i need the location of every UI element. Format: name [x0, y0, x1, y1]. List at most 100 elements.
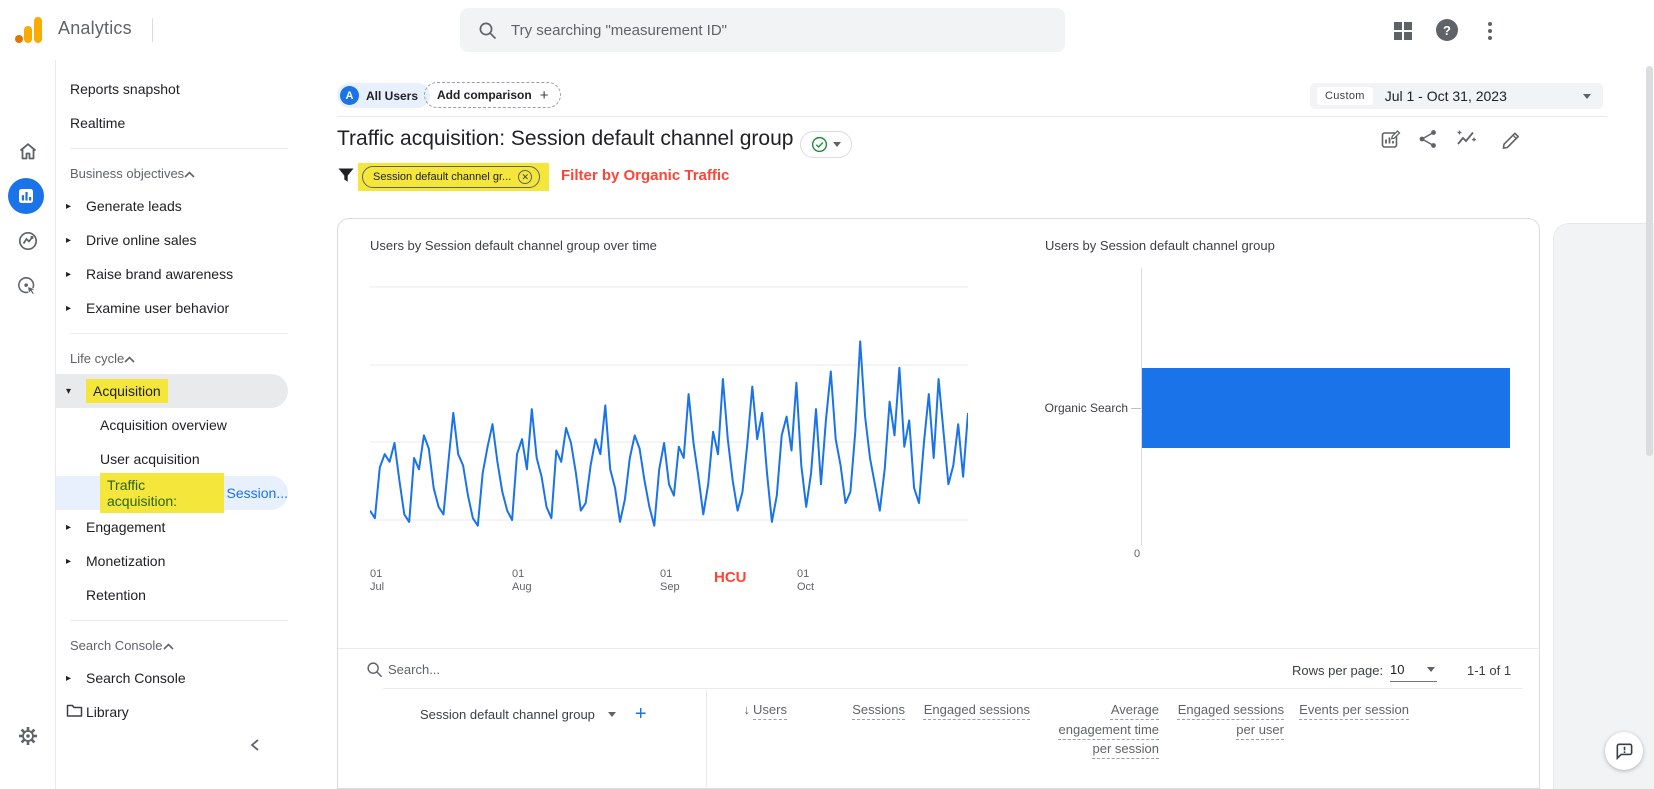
filter-chip-highlight: Session default channel gr... ✕ — [358, 163, 549, 191]
filter-chip-label: Session default channel gr... — [373, 171, 512, 183]
bar-organic-search — [1142, 368, 1510, 448]
x-tick-label: 01 Jul — [370, 568, 385, 593]
chevron-down-icon — [1583, 93, 1591, 99]
column-header-label: Users — [753, 702, 787, 717]
folder-icon — [66, 703, 86, 721]
column-header-users[interactable]: ↓ Users — [675, 700, 787, 720]
pagination-status: 1-1 of 1 — [1467, 663, 1512, 678]
sidebar-section-search-console[interactable]: Search Console — [56, 629, 288, 661]
sidebar-item-examine-user-behavior[interactable]: ▸ Examine user behavior — [56, 291, 288, 325]
page-title: Traffic acquisition: Session default cha… — [337, 127, 794, 150]
date-custom-label: Custom — [1317, 87, 1373, 105]
chevron-right-icon: ▸ — [66, 672, 72, 684]
close-icon[interactable]: ✕ — [518, 170, 533, 184]
all-users-chip[interactable]: A All Users — [337, 83, 431, 108]
sidebar-item-label: Engagement — [86, 519, 166, 535]
feedback-button[interactable] — [1605, 732, 1643, 770]
reports-icon[interactable] — [8, 178, 44, 214]
chevron-down-icon: ▾ — [66, 385, 72, 397]
sidebar-item-label: Drive online sales — [86, 232, 197, 248]
sidebar-section-life-cycle[interactable]: Life cycle — [56, 342, 288, 374]
explore-icon[interactable] — [17, 230, 39, 252]
sidebar-item-traffic-acquisition[interactable]: Traffic acquisition: Session... — [56, 473, 288, 513]
sidebar-item-user-acquisition[interactable]: User acquisition — [56, 442, 288, 476]
rows-per-page-label: Rows per page: — [1292, 663, 1384, 678]
sidebar-item-label: Monetization — [86, 553, 166, 569]
sidebar-item-reports-snapshot[interactable]: Reports snapshot — [56, 72, 288, 106]
column-header-label: Sessions — [852, 702, 905, 717]
settings-gear-icon[interactable] — [17, 725, 39, 747]
add-dimension-icon[interactable]: + — [635, 703, 647, 726]
divider — [337, 116, 1607, 117]
collapse-drawer-icon[interactable] — [248, 737, 264, 753]
chevron-right-icon: ▸ — [66, 200, 72, 212]
kebab-menu-icon[interactable] — [1483, 20, 1497, 42]
sidebar-item-label: Raise brand awareness — [86, 266, 234, 282]
sidebar-item-search-console[interactable]: ▸ Search Console — [56, 661, 288, 695]
dimension-header-label: Session default channel group — [420, 706, 595, 722]
add-comparison-button[interactable]: Add comparison + — [424, 82, 562, 108]
chevron-right-icon: ▸ — [66, 268, 72, 280]
sidebar-item-label: Retention — [86, 587, 146, 603]
bar-chart-title: Users by Session default channel group — [1045, 238, 1275, 253]
sidebar-item-suffix: Session... — [226, 485, 288, 501]
dimension-header[interactable]: Session default channel group + — [420, 702, 647, 726]
sidebar-section-title: Business objectives — [70, 165, 185, 181]
sidebar-item-generate-leads[interactable]: ▸ Generate leads — [56, 189, 288, 223]
app-title: Analytics — [58, 18, 132, 38]
column-header-events-per-session[interactable]: Events per session — [1297, 700, 1409, 720]
sidebar-item-retention[interactable]: Retention — [56, 578, 288, 612]
grid-icon[interactable] — [1392, 20, 1414, 42]
sidebar-item-library[interactable]: Library — [56, 695, 288, 729]
divider — [70, 620, 288, 621]
bar-axis-zero-label: 0 — [1134, 548, 1141, 560]
insights-icon[interactable] — [1455, 128, 1477, 150]
rows-per-page-value: 10 — [1390, 662, 1405, 677]
chevron-right-icon: ▸ — [66, 234, 72, 246]
date-range-picker[interactable]: Custom Jul 1 - Oct 31, 2023 — [1310, 83, 1603, 109]
sidebar-item-engagement[interactable]: ▸ Engagement — [56, 510, 288, 544]
customize-report-icon[interactable] — [1380, 128, 1402, 150]
bar-category-label: Organic Search — [1044, 401, 1128, 415]
global-search[interactable] — [460, 8, 1065, 52]
home-icon[interactable] — [17, 140, 39, 162]
share-icon[interactable] — [1417, 128, 1439, 150]
sidebar-item-monetization[interactable]: ▸ Monetization — [56, 544, 288, 578]
divider — [152, 18, 153, 42]
filter-funnel-icon[interactable] — [337, 167, 355, 184]
sidebar-item-raise-brand-awareness[interactable]: ▸ Raise brand awareness — [56, 257, 288, 291]
sidebar-item-label: Library — [86, 704, 129, 720]
page: Analytics ? — [0, 0, 1654, 789]
x-tick-label: 01 Aug — [512, 568, 532, 593]
vertical-scrollbar[interactable] — [1646, 66, 1653, 456]
column-header-sessions[interactable]: Sessions — [793, 700, 905, 720]
edit-pencil-icon[interactable] — [1500, 128, 1522, 150]
column-header-engaged-sessions-per-user[interactable]: Engaged sessions per user — [1172, 700, 1284, 739]
sidebar-item-label: User acquisition — [100, 451, 200, 467]
filter-chip[interactable]: Session default channel gr... ✕ — [362, 166, 541, 188]
column-header-label: Engaged sessions — [923, 702, 1030, 717]
rows-per-page-select[interactable]: 10 — [1390, 658, 1437, 682]
column-header-label: Events per session — [1299, 702, 1409, 717]
sidebar-item-acquisition-overview[interactable]: Acquisition overview — [56, 408, 288, 442]
top-app-bar: Analytics ? — [0, 0, 1654, 60]
advertising-icon[interactable] — [17, 276, 39, 298]
sidebar-item-label: Realtime — [70, 115, 126, 131]
x-tick-label: 01 Oct — [797, 568, 815, 593]
chevron-down-icon — [607, 711, 616, 717]
data-quality-badge[interactable] — [800, 131, 852, 158]
table-search-input[interactable] — [388, 658, 688, 680]
search-input[interactable] — [511, 21, 1011, 39]
sidebar-section-title: Search Console — [70, 637, 163, 653]
column-header-average-engagement-time-per-session[interactable]: Average engagement time per session — [1047, 700, 1159, 759]
divider — [338, 648, 1539, 649]
chevron-right-icon: ▸ — [66, 555, 72, 567]
column-header-engaged-sessions[interactable]: Engaged sessions — [918, 700, 1030, 720]
sidebar-item-drive-online-sales[interactable]: ▸ Drive online sales — [56, 223, 288, 257]
sidebar-item-realtime[interactable]: Realtime — [56, 106, 288, 140]
help-icon[interactable]: ? — [1436, 19, 1458, 41]
avatar: A — [340, 86, 359, 105]
sidebar-item-acquisition[interactable]: ▾ Acquisition — [56, 374, 288, 408]
sidebar-section-business-objectives[interactable]: Business objectives — [56, 157, 288, 189]
search-icon — [479, 22, 496, 39]
